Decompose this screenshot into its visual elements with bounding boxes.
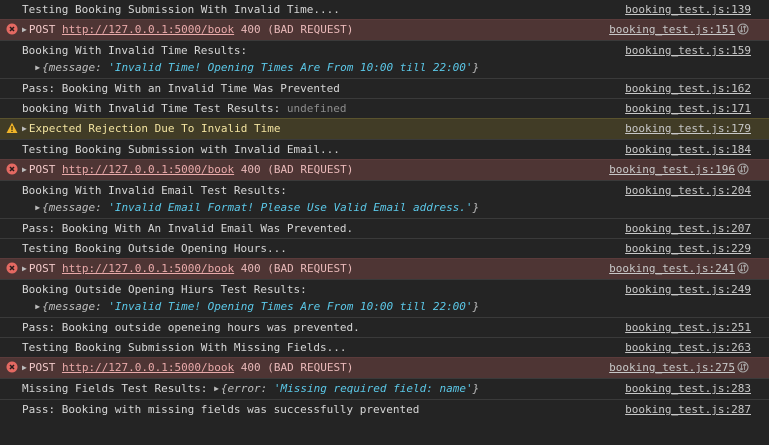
log-text: Pass: Booking outside openeing hours was… <box>22 321 360 334</box>
object-preview-line: ▶ {message: 'Invalid Time! Opening Times … <box>22 299 751 317</box>
log-text: Booking Outside Opening Hiurs Test Resul… <box>22 283 307 296</box>
source-link[interactable]: booking_test.js:171 <box>625 101 751 116</box>
network-request-icon[interactable] <box>737 163 749 175</box>
console-message-error: ▶ POST http://127.0.0.1:5000/book 400 (BA… <box>0 19 769 40</box>
source-link[interactable]: booking_test.js:162 <box>625 81 751 96</box>
warning-triangle-icon <box>6 122 18 133</box>
log-text: Pass: Booking With an Invalid Time Was P… <box>22 82 340 95</box>
object-preview[interactable]: {error: 'Missing required field: name'} <box>221 382 479 395</box>
console-message-log: Testing Booking Outside Opening Hours...… <box>0 238 769 258</box>
source-link[interactable]: booking_test.js:204 <box>625 183 751 198</box>
log-text: Testing Booking Submission with Invalid … <box>22 143 340 156</box>
expand-triangle-icon[interactable]: ▶ <box>35 63 40 72</box>
object-string-value: 'Invalid Email Format! Please Use Valid … <box>108 201 473 214</box>
source-link[interactable]: booking_test.js:251 <box>625 320 751 335</box>
object-preview[interactable]: {message: 'Invalid Time! Opening Times A… <box>42 61 479 74</box>
console-message-warning: ▶ Expected Rejection Due To Invalid Time b… <box>0 118 769 139</box>
object-string-value: 'Missing required field: name' <box>273 382 473 395</box>
object-preview[interactable]: {message: 'Invalid Email Format! Please … <box>42 201 479 214</box>
console-message-log: Booking With Invalid Email Test Results:… <box>0 180 769 218</box>
request-method: POST <box>28 361 56 374</box>
console-message-log: Testing Booking Submission with Invalid … <box>0 139 769 159</box>
source-link[interactable]: booking_test.js:139 <box>625 2 751 17</box>
error-circle-x-icon <box>6 361 18 373</box>
request-method: POST <box>28 262 56 275</box>
expand-triangle-icon[interactable]: ▶ <box>22 165 27 174</box>
response-status: 400 (BAD REQUEST) <box>240 23 354 36</box>
request-url-link[interactable]: http://127.0.0.1:5000/book <box>62 361 234 374</box>
expand-triangle-icon[interactable]: ▶ <box>22 25 27 34</box>
object-preview-line: ▶ {message: 'Invalid Time! Opening Times … <box>22 60 751 78</box>
console-message-log: Missing Fields Test Results: ▶ {error: 'M… <box>0 378 769 399</box>
source-link[interactable]: booking_test.js:207 <box>625 221 751 236</box>
expand-triangle-icon[interactable]: ▶ <box>22 124 27 133</box>
log-text: Booking With Invalid Email Test Results: <box>22 184 287 197</box>
request-url-link[interactable]: http://127.0.0.1:5000/book <box>62 163 234 176</box>
request-method: POST <box>28 23 56 36</box>
object-preview[interactable]: {message: 'Invalid Time! Opening Times A… <box>42 300 479 313</box>
log-text: Booking With Invalid Time Results: <box>22 44 248 57</box>
response-status: 400 (BAD REQUEST) <box>240 361 354 374</box>
request-method: POST <box>28 163 56 176</box>
console-message-log: Pass: Booking With An Invalid Email Was … <box>0 218 769 238</box>
warning-text: Expected Rejection Due To Invalid Time <box>28 122 281 135</box>
request-url-link[interactable]: http://127.0.0.1:5000/book <box>62 262 234 275</box>
response-status: 400 (BAD REQUEST) <box>240 163 354 176</box>
log-text: Testing Booking Outside Opening Hours... <box>22 242 287 255</box>
object-string-value: 'Invalid Time! Opening Times Are From 10… <box>108 300 473 313</box>
source-link[interactable]: booking_test.js:229 <box>625 241 751 256</box>
object-key: message <box>48 300 96 313</box>
object-key: message <box>48 201 96 214</box>
console-message-log: booking With Invalid Time Test Results: … <box>0 98 769 118</box>
undefined-value: undefined <box>286 102 347 115</box>
error-circle-x-icon <box>6 23 18 35</box>
source-link[interactable]: booking_test.js:263 <box>625 340 751 355</box>
source-link[interactable]: booking_test.js:287 <box>625 402 751 417</box>
console-message-log: Pass: Booking with missing fields was su… <box>0 399 769 419</box>
console-message-log: Pass: Booking With an Invalid Time Was P… <box>0 78 769 98</box>
expand-triangle-icon[interactable]: ▶ <box>22 264 27 273</box>
console-message-log: Pass: Booking outside openeing hours was… <box>0 317 769 337</box>
source-link[interactable]: booking_test.js:275 <box>609 360 735 375</box>
object-preview-line: ▶ {message: 'Invalid Email Format! Please… <box>22 200 751 218</box>
console-message-error: ▶ POST http://127.0.0.1:5000/book 400 (BA… <box>0 159 769 180</box>
source-link[interactable]: booking_test.js:241 <box>609 261 735 276</box>
source-link[interactable]: booking_test.js:151 <box>609 22 735 37</box>
source-link[interactable]: booking_test.js:179 <box>625 121 751 136</box>
console-message-log: Booking Outside Opening Hiurs Test Resul… <box>0 279 769 317</box>
request-url-link[interactable]: http://127.0.0.1:5000/book <box>62 23 234 36</box>
object-key: error <box>227 382 261 395</box>
console-message-log: Booking With Invalid Time Results: ▶ {mes… <box>0 40 769 78</box>
error-circle-x-icon <box>6 262 18 274</box>
source-link[interactable]: booking_test.js:196 <box>609 162 735 177</box>
log-text: booking With Invalid Time Test Results: <box>22 102 281 115</box>
log-text: Testing Booking Submission With Invalid … <box>22 3 340 16</box>
expand-triangle-icon[interactable]: ▶ <box>35 203 40 212</box>
console-panel: Testing Booking Submission With Invalid … <box>0 0 769 445</box>
network-request-icon[interactable] <box>737 361 749 373</box>
console-message-log: Testing Booking Submission With Missing … <box>0 337 769 357</box>
error-circle-x-icon <box>6 163 18 175</box>
log-text: Testing Booking Submission With Missing … <box>22 341 347 354</box>
source-link[interactable]: booking_test.js:184 <box>625 142 751 157</box>
console-message-log: Testing Booking Submission With Invalid … <box>0 0 769 19</box>
expand-triangle-icon[interactable]: ▶ <box>35 302 40 311</box>
expand-triangle-icon[interactable]: ▶ <box>22 363 27 372</box>
object-string-value: 'Invalid Time! Opening Times Are From 10… <box>108 61 473 74</box>
source-link[interactable]: booking_test.js:283 <box>625 381 751 396</box>
network-request-icon[interactable] <box>737 262 749 274</box>
log-text: Missing Fields Test Results: <box>22 382 208 395</box>
console-message-error: ▶ POST http://127.0.0.1:5000/book 400 (BA… <box>0 258 769 279</box>
response-status: 400 (BAD REQUEST) <box>240 262 354 275</box>
expand-triangle-icon[interactable]: ▶ <box>214 384 219 393</box>
network-request-icon[interactable] <box>737 23 749 35</box>
source-link[interactable]: booking_test.js:159 <box>625 43 751 58</box>
console-message-error: ▶ POST http://127.0.0.1:5000/book 400 (BA… <box>0 357 769 378</box>
object-key: message <box>48 61 96 74</box>
log-text: Pass: Booking With An Invalid Email Was … <box>22 222 354 235</box>
source-link[interactable]: booking_test.js:249 <box>625 282 751 297</box>
log-text: Pass: Booking with missing fields was su… <box>22 403 420 416</box>
